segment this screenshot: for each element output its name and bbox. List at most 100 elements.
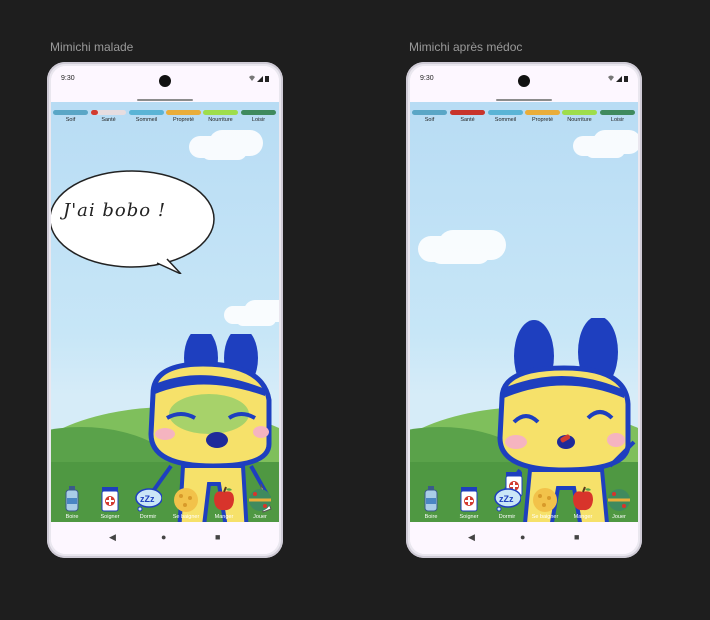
action-label: Jouer	[612, 514, 626, 520]
svg-text:zZz: zZz	[140, 494, 155, 504]
status-bar: 9:30	[51, 66, 279, 96]
action-sleep-button[interactable]: zZz Dormir	[129, 485, 167, 520]
action-label: Jouer	[253, 514, 267, 520]
action-label: Dormir	[139, 514, 157, 520]
action-label: Soigner	[100, 514, 120, 520]
status-bar: 9:30	[410, 66, 638, 96]
action-play-button[interactable]: Jouer	[241, 485, 279, 520]
water-bottle-icon	[424, 486, 438, 512]
stat-bar-fill	[166, 110, 201, 115]
action-label: Se baigner	[531, 514, 559, 520]
stat-label: Soif	[424, 117, 435, 123]
stat-label: Propreté	[172, 117, 195, 123]
stat-label: Soif	[65, 117, 76, 123]
phone-frame-sick: 9:30 Soif Santé Sommeil Propreté Nourrit…	[47, 62, 283, 558]
home-button[interactable]: ●	[161, 532, 166, 542]
stat-label: Nourriture	[567, 117, 592, 123]
action-eat-button[interactable]: Manger	[564, 485, 602, 520]
drag-handle[interactable]	[137, 99, 193, 101]
cloud	[236, 312, 276, 326]
stat-sommeil: Sommeil	[488, 110, 523, 123]
apple-icon	[214, 486, 234, 511]
stat-sante: Santé	[91, 110, 126, 123]
wifi-icon	[249, 75, 255, 81]
action-sleep-button[interactable]: zZz Dormir	[488, 485, 526, 520]
camera-cutout	[159, 75, 171, 87]
stat-bar-fill	[412, 110, 447, 115]
apple-icon	[573, 486, 593, 511]
stat-bar-track	[91, 110, 126, 115]
action-bar: Boire Soigner zZz Dormir Se baigner Mang…	[410, 485, 638, 522]
stat-label: Santé	[101, 117, 116, 123]
home-button[interactable]: ●	[520, 532, 525, 542]
recents-button[interactable]: ■	[215, 532, 220, 542]
phone-screen: 9:30 Soif Santé Sommeil Propreté Nourrit…	[51, 66, 279, 554]
action-label: Boire	[65, 514, 79, 520]
stat-label: Sommeil	[494, 117, 517, 123]
stat-bar-fill	[203, 110, 238, 115]
nav-bar: ◀ ● ■	[410, 522, 638, 554]
battery-icon	[265, 76, 269, 82]
action-drink-button[interactable]: Boire	[412, 485, 450, 520]
stat-bar-fill	[241, 110, 276, 115]
game-scene: Soif Santé Sommeil Propreté Nourriture L…	[51, 102, 279, 522]
drag-handle[interactable]	[496, 99, 552, 101]
stat-label: Loisir	[251, 117, 266, 123]
action-drink-button[interactable]: Boire	[53, 485, 91, 520]
water-bottle-icon	[65, 486, 79, 512]
camera-cutout	[518, 75, 530, 87]
action-heal-button[interactable]: Soigner	[450, 485, 488, 520]
stat-bar-fill	[129, 110, 164, 115]
stat-sante: Santé	[450, 110, 485, 123]
action-label: Se baigner	[172, 514, 200, 520]
stat-bar-fill	[525, 110, 560, 115]
status-time: 9:30	[420, 75, 434, 82]
stat-label: Loisir	[610, 117, 625, 123]
stat-soif: Soif	[53, 110, 88, 123]
stat-sommeil: Sommeil	[129, 110, 164, 123]
action-label: Boire	[424, 514, 438, 520]
cloud	[430, 242, 490, 264]
stat-label: Santé	[460, 117, 475, 123]
action-label: Dormir	[498, 514, 516, 520]
stat-bar-fill	[562, 110, 597, 115]
stat-soif: Soif	[412, 110, 447, 123]
stat-bars: Soif Santé Sommeil Propreté Nourriture L…	[410, 110, 638, 132]
speech-text: J'ai bobo !	[63, 200, 167, 221]
action-eat-button[interactable]: Manger	[205, 485, 243, 520]
nav-bar: ◀ ● ■	[51, 522, 279, 554]
stat-bar-fill	[91, 110, 98, 115]
phone-frame-healed: 9:30 Soif Santé Sommeil Propreté Nourrit…	[406, 62, 642, 558]
wifi-icon	[608, 75, 614, 81]
action-bathe-button[interactable]: Se baigner	[526, 485, 564, 520]
status-icons	[248, 75, 270, 85]
action-bar: Boire Soigner zZz Dormir Se baigner Mang…	[51, 485, 279, 522]
action-play-button[interactable]: Jouer	[600, 485, 638, 520]
medicine-bottle-icon	[101, 487, 119, 512]
stat-loisir: Loisir	[241, 110, 276, 123]
frame-label-healed: Mimichi après médoc	[409, 40, 523, 54]
stat-label: Nourriture	[208, 117, 233, 123]
battery-icon	[624, 76, 628, 82]
stat-bar-fill	[488, 110, 523, 115]
action-bathe-button[interactable]: Se baigner	[167, 485, 205, 520]
recents-button[interactable]: ■	[574, 532, 579, 542]
stat-proprete: Propreté	[166, 110, 201, 123]
back-button[interactable]: ◀	[109, 532, 116, 543]
signal-icon	[616, 76, 622, 82]
cloud	[201, 142, 247, 160]
stat-nourriture: Nourriture	[203, 110, 238, 123]
sponge-icon	[174, 488, 198, 512]
stat-proprete: Propreté	[525, 110, 560, 123]
stat-bar-fill	[450, 110, 485, 115]
ball-icon	[608, 489, 630, 511]
status-icons	[607, 75, 629, 85]
phone-screen: 9:30 Soif Santé Sommeil Propreté Nourrit…	[410, 66, 638, 554]
status-time: 9:30	[61, 75, 75, 82]
stat-nourriture: Nourriture	[562, 110, 597, 123]
action-heal-button[interactable]: Soigner	[91, 485, 129, 520]
stat-bars: Soif Santé Sommeil Propreté Nourriture L…	[51, 110, 279, 132]
medicine-bottle-icon	[460, 487, 478, 512]
back-button[interactable]: ◀	[468, 532, 475, 543]
svg-text:zZz: zZz	[499, 494, 514, 504]
